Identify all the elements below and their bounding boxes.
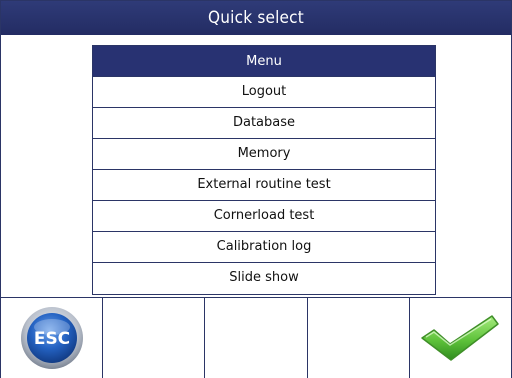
menu-header: Menu bbox=[93, 46, 435, 77]
menu-item-memory[interactable]: Memory bbox=[93, 139, 435, 170]
esc-icon: ESC bbox=[19, 305, 85, 371]
menu-item-database[interactable]: Database bbox=[93, 108, 435, 139]
checkmark-icon bbox=[418, 310, 502, 366]
menu-list: Menu Logout Database Memory External rou… bbox=[92, 45, 436, 295]
quick-select-screen: Quick select Menu Logout Database Memory… bbox=[0, 0, 512, 378]
softkey-4[interactable] bbox=[307, 298, 410, 378]
menu-item-cornerload-test[interactable]: Cornerload test bbox=[93, 201, 435, 232]
menu-item-logout[interactable]: Logout bbox=[93, 77, 435, 108]
esc-label: ESC bbox=[33, 329, 69, 349]
softkey-2[interactable] bbox=[103, 298, 206, 378]
ok-button[interactable] bbox=[409, 298, 512, 378]
menu-item-external-routine-test[interactable]: External routine test bbox=[93, 170, 435, 201]
menu-item-slide-show[interactable]: Slide show bbox=[93, 263, 435, 294]
softkey-bar: ESC bbox=[1, 297, 512, 378]
softkey-3[interactable] bbox=[205, 298, 308, 378]
menu-item-calibration-log[interactable]: Calibration log bbox=[93, 232, 435, 263]
window-title: Quick select bbox=[1, 1, 511, 35]
esc-button[interactable]: ESC bbox=[1, 298, 104, 378]
